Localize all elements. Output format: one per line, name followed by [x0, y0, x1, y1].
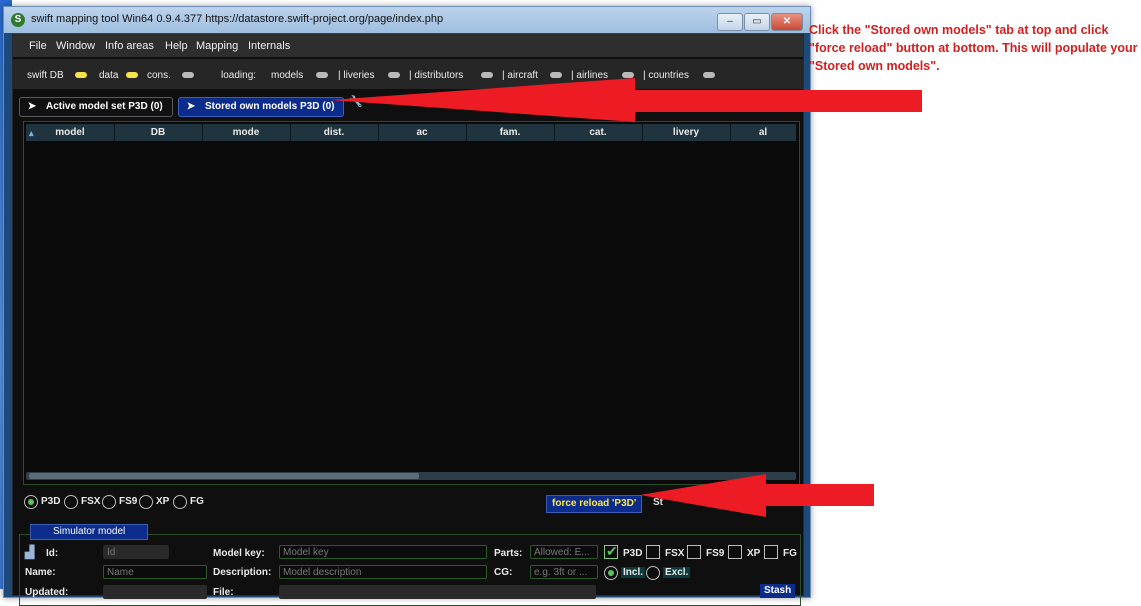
- radio-xp[interactable]: [139, 495, 153, 509]
- model-key-field[interactable]: Model key: [279, 545, 487, 559]
- column-header-ac[interactable]: ac: [378, 124, 467, 141]
- checkbox-xp-label: XP: [747, 548, 761, 559]
- models-led-icon: [316, 72, 328, 78]
- window-title: swift mapping tool Win64 0.9.4.377 https…: [31, 13, 444, 25]
- column-header-db[interactable]: DB: [114, 124, 203, 141]
- instruction-note: Click the "Stored own models" tab at top…: [809, 23, 1138, 73]
- menu-info-areas[interactable]: Info areas: [105, 40, 154, 52]
- table-header: ▴ model DB mode dist. ac fam. cat. livery…: [26, 124, 796, 141]
- menu-bar: File Window Info areas Help Mapping Inte…: [13, 35, 803, 57]
- cons-label: cons.: [147, 70, 171, 81]
- column-header-livery[interactable]: livery: [642, 124, 731, 141]
- radio-fg[interactable]: [173, 495, 187, 509]
- arrow-to-reload-icon: [640, 474, 874, 517]
- simulator-model-panel: Simulator model ▟ Id: Id Name: Name Upda…: [19, 524, 801, 606]
- checkbox-p3d-label: P3D: [623, 548, 643, 559]
- menu-mapping[interactable]: Mapping: [196, 40, 238, 52]
- models-label: models: [271, 70, 304, 81]
- menu-internals[interactable]: Internals: [248, 40, 290, 52]
- id-label: Id:: [46, 548, 59, 559]
- swift-logo-icon: S: [11, 13, 25, 27]
- plane-icon: ➤: [186, 101, 196, 112]
- cons-led-icon: [182, 72, 194, 78]
- model-key-label: Model key:: [213, 548, 265, 559]
- checkbox-fg-label: FG: [783, 548, 797, 559]
- radio-incl[interactable]: [604, 566, 618, 580]
- swift-db-led-icon: [75, 72, 87, 78]
- simulator-model-tab[interactable]: Simulator model: [30, 524, 149, 540]
- name-field[interactable]: Name: [103, 565, 207, 579]
- name-label: Name:: [25, 567, 56, 578]
- updated-field: [103, 585, 207, 599]
- minimize-button[interactable]: –: [717, 13, 743, 31]
- stash-button[interactable]: Stash: [760, 584, 796, 598]
- radio-incl-label: Incl.: [621, 567, 646, 578]
- menu-file[interactable]: File: [29, 40, 47, 52]
- file-field[interactable]: [279, 585, 596, 599]
- parts-field[interactable]: Allowed: E...: [530, 545, 598, 559]
- radio-excl[interactable]: [646, 566, 660, 580]
- title-bar: S swift mapping tool Win64 0.9.4.377 htt…: [4, 7, 810, 33]
- radio-p3d-label: P3D: [41, 496, 61, 507]
- force-reload-button[interactable]: force reload 'P3D': [546, 495, 643, 513]
- column-header-cat[interactable]: cat.: [554, 124, 643, 141]
- description-label: Description:: [213, 567, 272, 578]
- radio-fs9-label: FS9: [119, 496, 138, 507]
- checkbox-fsx[interactable]: [646, 545, 660, 559]
- radio-fg-label: FG: [190, 496, 204, 507]
- sort-indicator-icon: ▴: [29, 128, 34, 138]
- cg-label: CG:: [494, 567, 513, 578]
- menu-window[interactable]: Window: [56, 40, 95, 52]
- radio-excl-label: Excl.: [663, 567, 691, 578]
- models-table: ▴ model DB mode dist. ac fam. cat. livery…: [23, 121, 800, 485]
- checkbox-fs9[interactable]: [687, 545, 701, 559]
- data-led-icon: [126, 72, 138, 78]
- id-field[interactable]: Id: [103, 545, 169, 559]
- column-header-fam[interactable]: fam.: [466, 124, 555, 141]
- tab-active-model-set-label: Active model set P3D (0): [46, 101, 163, 112]
- swift-db-label: swift DB: [27, 70, 64, 81]
- radio-p3d[interactable]: [24, 495, 38, 509]
- checkbox-fs9-label: FS9: [706, 548, 725, 559]
- data-label: data: [99, 70, 119, 81]
- checkbox-xp[interactable]: [728, 545, 742, 559]
- column-header-al[interactable]: al: [730, 124, 796, 141]
- cg-field[interactable]: e.g. 3ft or ...: [530, 565, 598, 579]
- checkbox-fsx-label: FSX: [665, 548, 685, 559]
- model-edit-icon: ▟: [25, 545, 35, 559]
- checkbox-p3d[interactable]: [604, 543, 618, 560]
- checkbox-fg[interactable]: [764, 545, 778, 559]
- tab-active-model-set[interactable]: ➤ Active model set P3D (0): [19, 97, 173, 117]
- plane-icon: ➤: [27, 101, 37, 112]
- close-button[interactable]: ✕: [771, 13, 803, 31]
- parts-label: Parts:: [494, 548, 523, 559]
- maximize-button[interactable]: ▭: [744, 13, 770, 31]
- radio-xp-label: XP: [156, 496, 170, 507]
- radio-fs9[interactable]: [102, 495, 116, 509]
- radio-fsx-label: FSX: [81, 496, 101, 507]
- description-field[interactable]: Model description: [279, 565, 487, 579]
- column-header-mode[interactable]: mode: [202, 124, 291, 141]
- scrollbar-thumb[interactable]: [29, 473, 419, 479]
- radio-fsx[interactable]: [64, 495, 78, 509]
- menu-help[interactable]: Help: [165, 40, 188, 52]
- arrow-to-tab-icon: [330, 78, 922, 122]
- tab-stored-own-models[interactable]: ➤ Stored own models P3D (0): [178, 97, 344, 117]
- column-header-model[interactable]: ▴ model: [26, 124, 115, 141]
- tab-stored-own-models-label: Stored own models P3D (0): [205, 101, 335, 112]
- column-header-dist[interactable]: dist.: [290, 124, 379, 141]
- loading-label: loading:: [221, 70, 257, 81]
